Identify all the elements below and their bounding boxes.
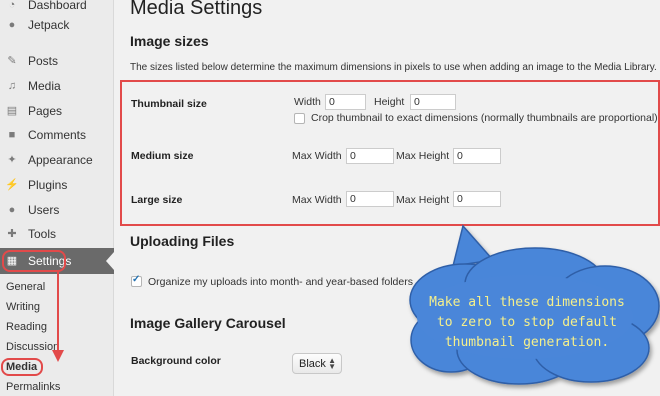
menu-label: Jetpack <box>28 18 70 32</box>
menu-label: Posts <box>28 54 59 68</box>
menu-item-media[interactable]: ♫ Media <box>0 75 114 97</box>
media-highlight-oval <box>1 358 43 376</box>
uploading-files-heading: Uploading Files <box>130 233 235 249</box>
background-color-label: Background color <box>131 355 221 367</box>
submenu-item-general[interactable]: General <box>6 281 45 293</box>
menu-label: Appearance <box>28 153 93 167</box>
image-sizes-description: The sizes listed below determine the max… <box>130 62 657 73</box>
user-icon: ● <box>8 203 16 216</box>
submenu-item-reading[interactable]: Reading <box>6 321 47 333</box>
menu-item-posts[interactable]: ✎ Posts <box>0 50 114 72</box>
menu-label: Media <box>28 79 61 93</box>
callout-line-1: Make all these dimensions <box>429 295 625 310</box>
wrench-icon: ✚ <box>7 227 17 240</box>
gallery-carousel-heading: Image Gallery Carousel <box>130 315 286 331</box>
menu-label: Tools <box>28 227 57 241</box>
organize-uploads-checkbox[interactable] <box>131 274 142 287</box>
callout-line-2: to zero to stop default <box>437 315 617 330</box>
settings-highlight-oval <box>2 250 66 272</box>
menu-label: Plugins <box>28 178 68 192</box>
callout-line-3: thumbnail generation. <box>445 335 609 350</box>
menu-item-pages[interactable]: ▤ Pages <box>0 100 114 122</box>
page-icon: ▤ <box>6 104 18 117</box>
menu-label: Users <box>28 203 60 217</box>
submenu-item-permalinks[interactable]: Permalinks <box>6 381 60 393</box>
menu-item-comments[interactable]: ■ Comments <box>0 124 114 146</box>
plug-icon: ⚡ <box>5 178 19 191</box>
comment-icon: ■ <box>8 128 16 141</box>
submenu-item-writing[interactable]: Writing <box>6 301 40 313</box>
red-arrow <box>52 270 64 362</box>
jetpack-icon: ● <box>8 18 16 31</box>
image-sizes-heading: Image sizes <box>130 33 209 49</box>
menu-item-users[interactable]: ● Users <box>0 199 114 221</box>
media-icon: ♫ <box>7 79 17 92</box>
menu-item-plugins[interactable]: ⚡ Plugins <box>0 174 114 196</box>
page-title: Media Settings <box>130 0 263 19</box>
menu-item-tools[interactable]: ✚ Tools <box>0 223 114 245</box>
background-color-select[interactable]: Black ▲ ▼ <box>292 353 342 374</box>
select-arrows-icon: ▲ ▼ <box>328 356 336 371</box>
background-color-value: Black <box>299 357 326 370</box>
image-sizes-highlight-frame <box>120 80 660 226</box>
active-menu-pointer <box>106 252 114 270</box>
menu-item-jetpack[interactable]: ● Jetpack <box>0 14 114 36</box>
menu-item-appearance[interactable]: ✦ Appearance <box>0 149 114 171</box>
dashboard-icon: ◔ <box>8 0 16 11</box>
callout-cloud: Make all these dimensions to zero to sto… <box>409 224 660 385</box>
organize-uploads-label: Organize my uploads into month- and year… <box>148 276 413 288</box>
brush-icon: ✦ <box>7 153 17 166</box>
menu-label: Comments <box>28 128 87 142</box>
menu-label: Pages <box>28 104 63 118</box>
pin-icon: ✎ <box>7 54 17 67</box>
menu-label: Dashboard <box>28 0 87 12</box>
